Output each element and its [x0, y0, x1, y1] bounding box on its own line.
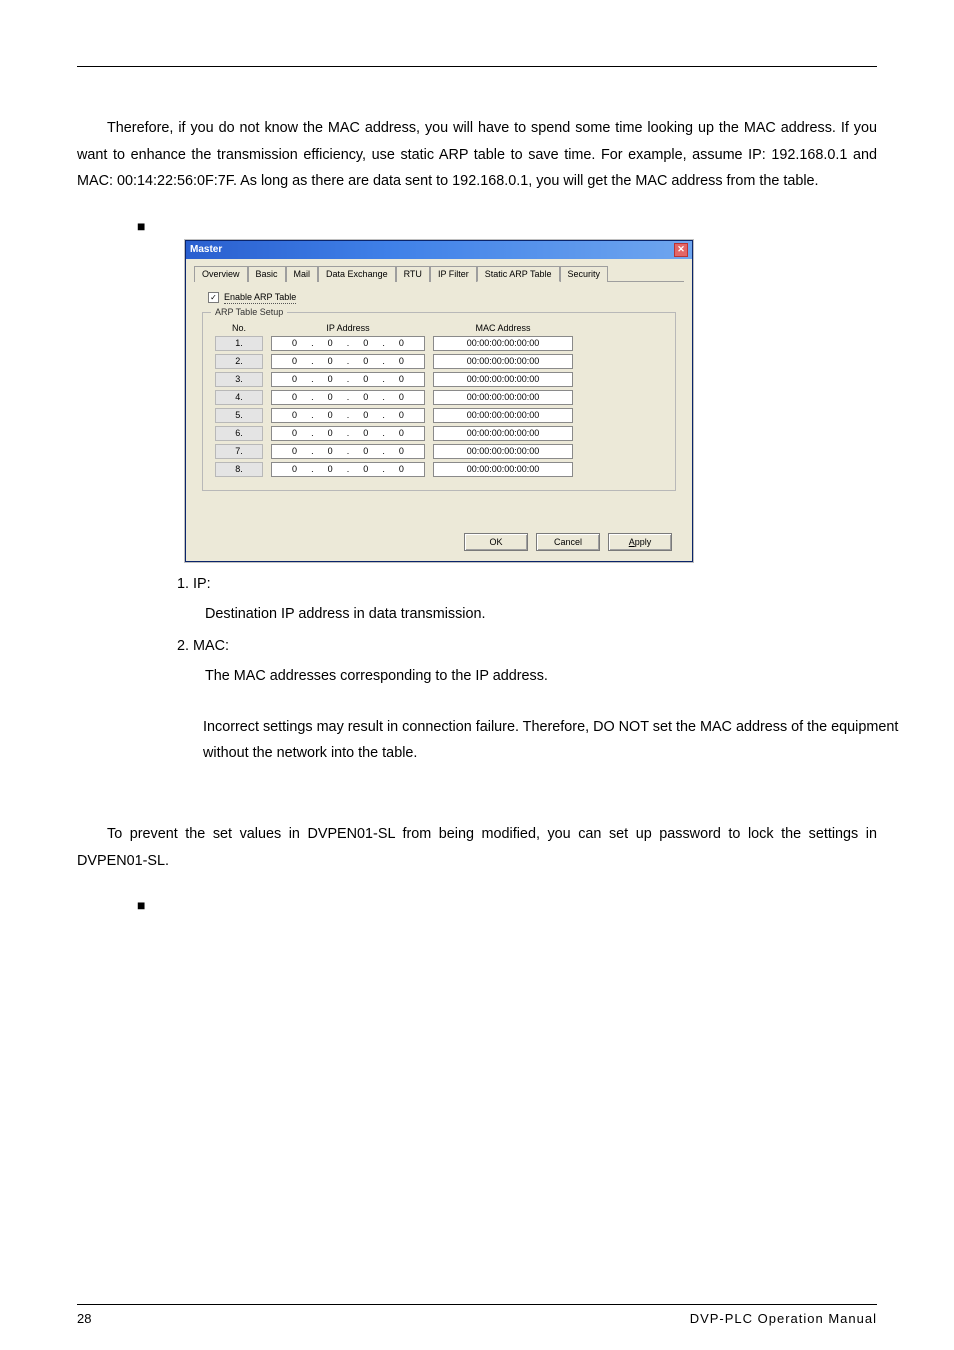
row-no: 1.: [215, 336, 263, 351]
close-icon: ✕: [677, 244, 685, 255]
row-no: 7.: [215, 444, 263, 459]
dialog-title: Master: [190, 244, 222, 255]
dialog-titlebar: Master ✕: [186, 241, 692, 259]
table-row: 5. 0.0.0.0 00:00:00:00:00:00: [215, 408, 663, 423]
tab-rtu[interactable]: RTU: [396, 266, 430, 282]
tab-strip: Overview Basic Mail Data Exchange RTU IP…: [194, 265, 684, 282]
footer-title: DVP-PLC Operation Manual: [690, 1311, 877, 1326]
def-2: 2. MAC: The MAC addresses corresponding …: [177, 634, 877, 690]
ip-field[interactable]: 0.0.0.0: [271, 444, 425, 459]
ip-field[interactable]: 0.0.0.0: [271, 354, 425, 369]
table-row: 6. 0.0.0.0 00:00:00:00:00:00: [215, 426, 663, 441]
row-no: 4.: [215, 390, 263, 405]
tab-security[interactable]: Security: [560, 266, 609, 282]
close-button[interactable]: ✕: [674, 243, 688, 257]
page-footer: 28 DVP-PLC Operation Manual: [77, 1304, 877, 1326]
ip-field[interactable]: 0.0.0.0: [271, 462, 425, 477]
dialog-master: Master ✕ Overview Basic Mail Data Exchan…: [185, 240, 693, 562]
intro-paragraph: Therefore, if you do not know the MAC ad…: [77, 115, 877, 195]
table-row: 8. 0.0.0.0 00:00:00:00:00:00: [215, 462, 663, 477]
ip-field[interactable]: 0.0.0.0: [271, 426, 425, 441]
ip-field[interactable]: 0.0.0.0: [271, 390, 425, 405]
group-title: ARP Table Setup: [211, 307, 287, 317]
tab-basic[interactable]: Basic: [248, 266, 286, 282]
tab-ip-filter[interactable]: IP Filter: [430, 266, 477, 282]
ok-button[interactable]: OK: [464, 533, 528, 551]
row-no: 3.: [215, 372, 263, 387]
page-top-rule: [77, 66, 877, 67]
mac-field[interactable]: 00:00:00:00:00:00: [433, 408, 573, 423]
col-no: No.: [215, 323, 263, 333]
mac-field[interactable]: 00:00:00:00:00:00: [433, 354, 573, 369]
col-ip: IP Address: [271, 323, 425, 333]
tab-data-exchange[interactable]: Data Exchange: [318, 266, 396, 282]
tab-static-arp-table[interactable]: Static ARP Table: [477, 266, 560, 282]
definition-list: 1. IP: Destination IP address in data tr…: [177, 572, 877, 690]
def-1: 1. IP: Destination IP address in data tr…: [177, 572, 877, 628]
table-row: 4. 0.0.0.0 00:00:00:00:00:00: [215, 390, 663, 405]
bullet-1: ■: [137, 218, 877, 234]
row-no: 8.: [215, 462, 263, 477]
arp-table-group: ARP Table Setup No. IP Address MAC Addre…: [202, 312, 676, 491]
mac-field[interactable]: 00:00:00:00:00:00: [433, 336, 573, 351]
password-paragraph: To prevent the set values in DVPEN01-SL …: [77, 821, 877, 874]
tab-overview[interactable]: Overview: [194, 266, 248, 282]
mac-field[interactable]: 00:00:00:00:00:00: [433, 462, 573, 477]
row-no: 6.: [215, 426, 263, 441]
warning-paragraph: Incorrect settings may result in connect…: [203, 714, 913, 767]
page-number: 28: [77, 1311, 91, 1326]
mac-field[interactable]: 00:00:00:00:00:00: [433, 372, 573, 387]
ip-field[interactable]: 0.0.0.0: [271, 408, 425, 423]
mac-field[interactable]: 00:00:00:00:00:00: [433, 426, 573, 441]
mac-field[interactable]: 00:00:00:00:00:00: [433, 444, 573, 459]
enable-arp-checkbox[interactable]: ✓: [208, 292, 219, 303]
apply-button[interactable]: Apply: [608, 533, 672, 551]
tab-mail[interactable]: Mail: [286, 266, 319, 282]
bullet-2: ■: [137, 897, 877, 913]
ip-field[interactable]: 0.0.0.0: [271, 372, 425, 387]
row-no: 2.: [215, 354, 263, 369]
table-row: 7. 0.0.0.0 00:00:00:00:00:00: [215, 444, 663, 459]
enable-arp-label: Enable ARP Table: [224, 292, 296, 304]
cancel-button[interactable]: Cancel: [536, 533, 600, 551]
table-row: 2. 0.0.0.0 00:00:00:00:00:00: [215, 354, 663, 369]
col-mac: MAC Address: [433, 323, 573, 333]
mac-field[interactable]: 00:00:00:00:00:00: [433, 390, 573, 405]
ip-field[interactable]: 0.0.0.0: [271, 336, 425, 351]
row-no: 5.: [215, 408, 263, 423]
table-row: 3. 0.0.0.0 00:00:00:00:00:00: [215, 372, 663, 387]
table-row: 1. 0.0.0.0 00:00:00:00:00:00: [215, 336, 663, 351]
